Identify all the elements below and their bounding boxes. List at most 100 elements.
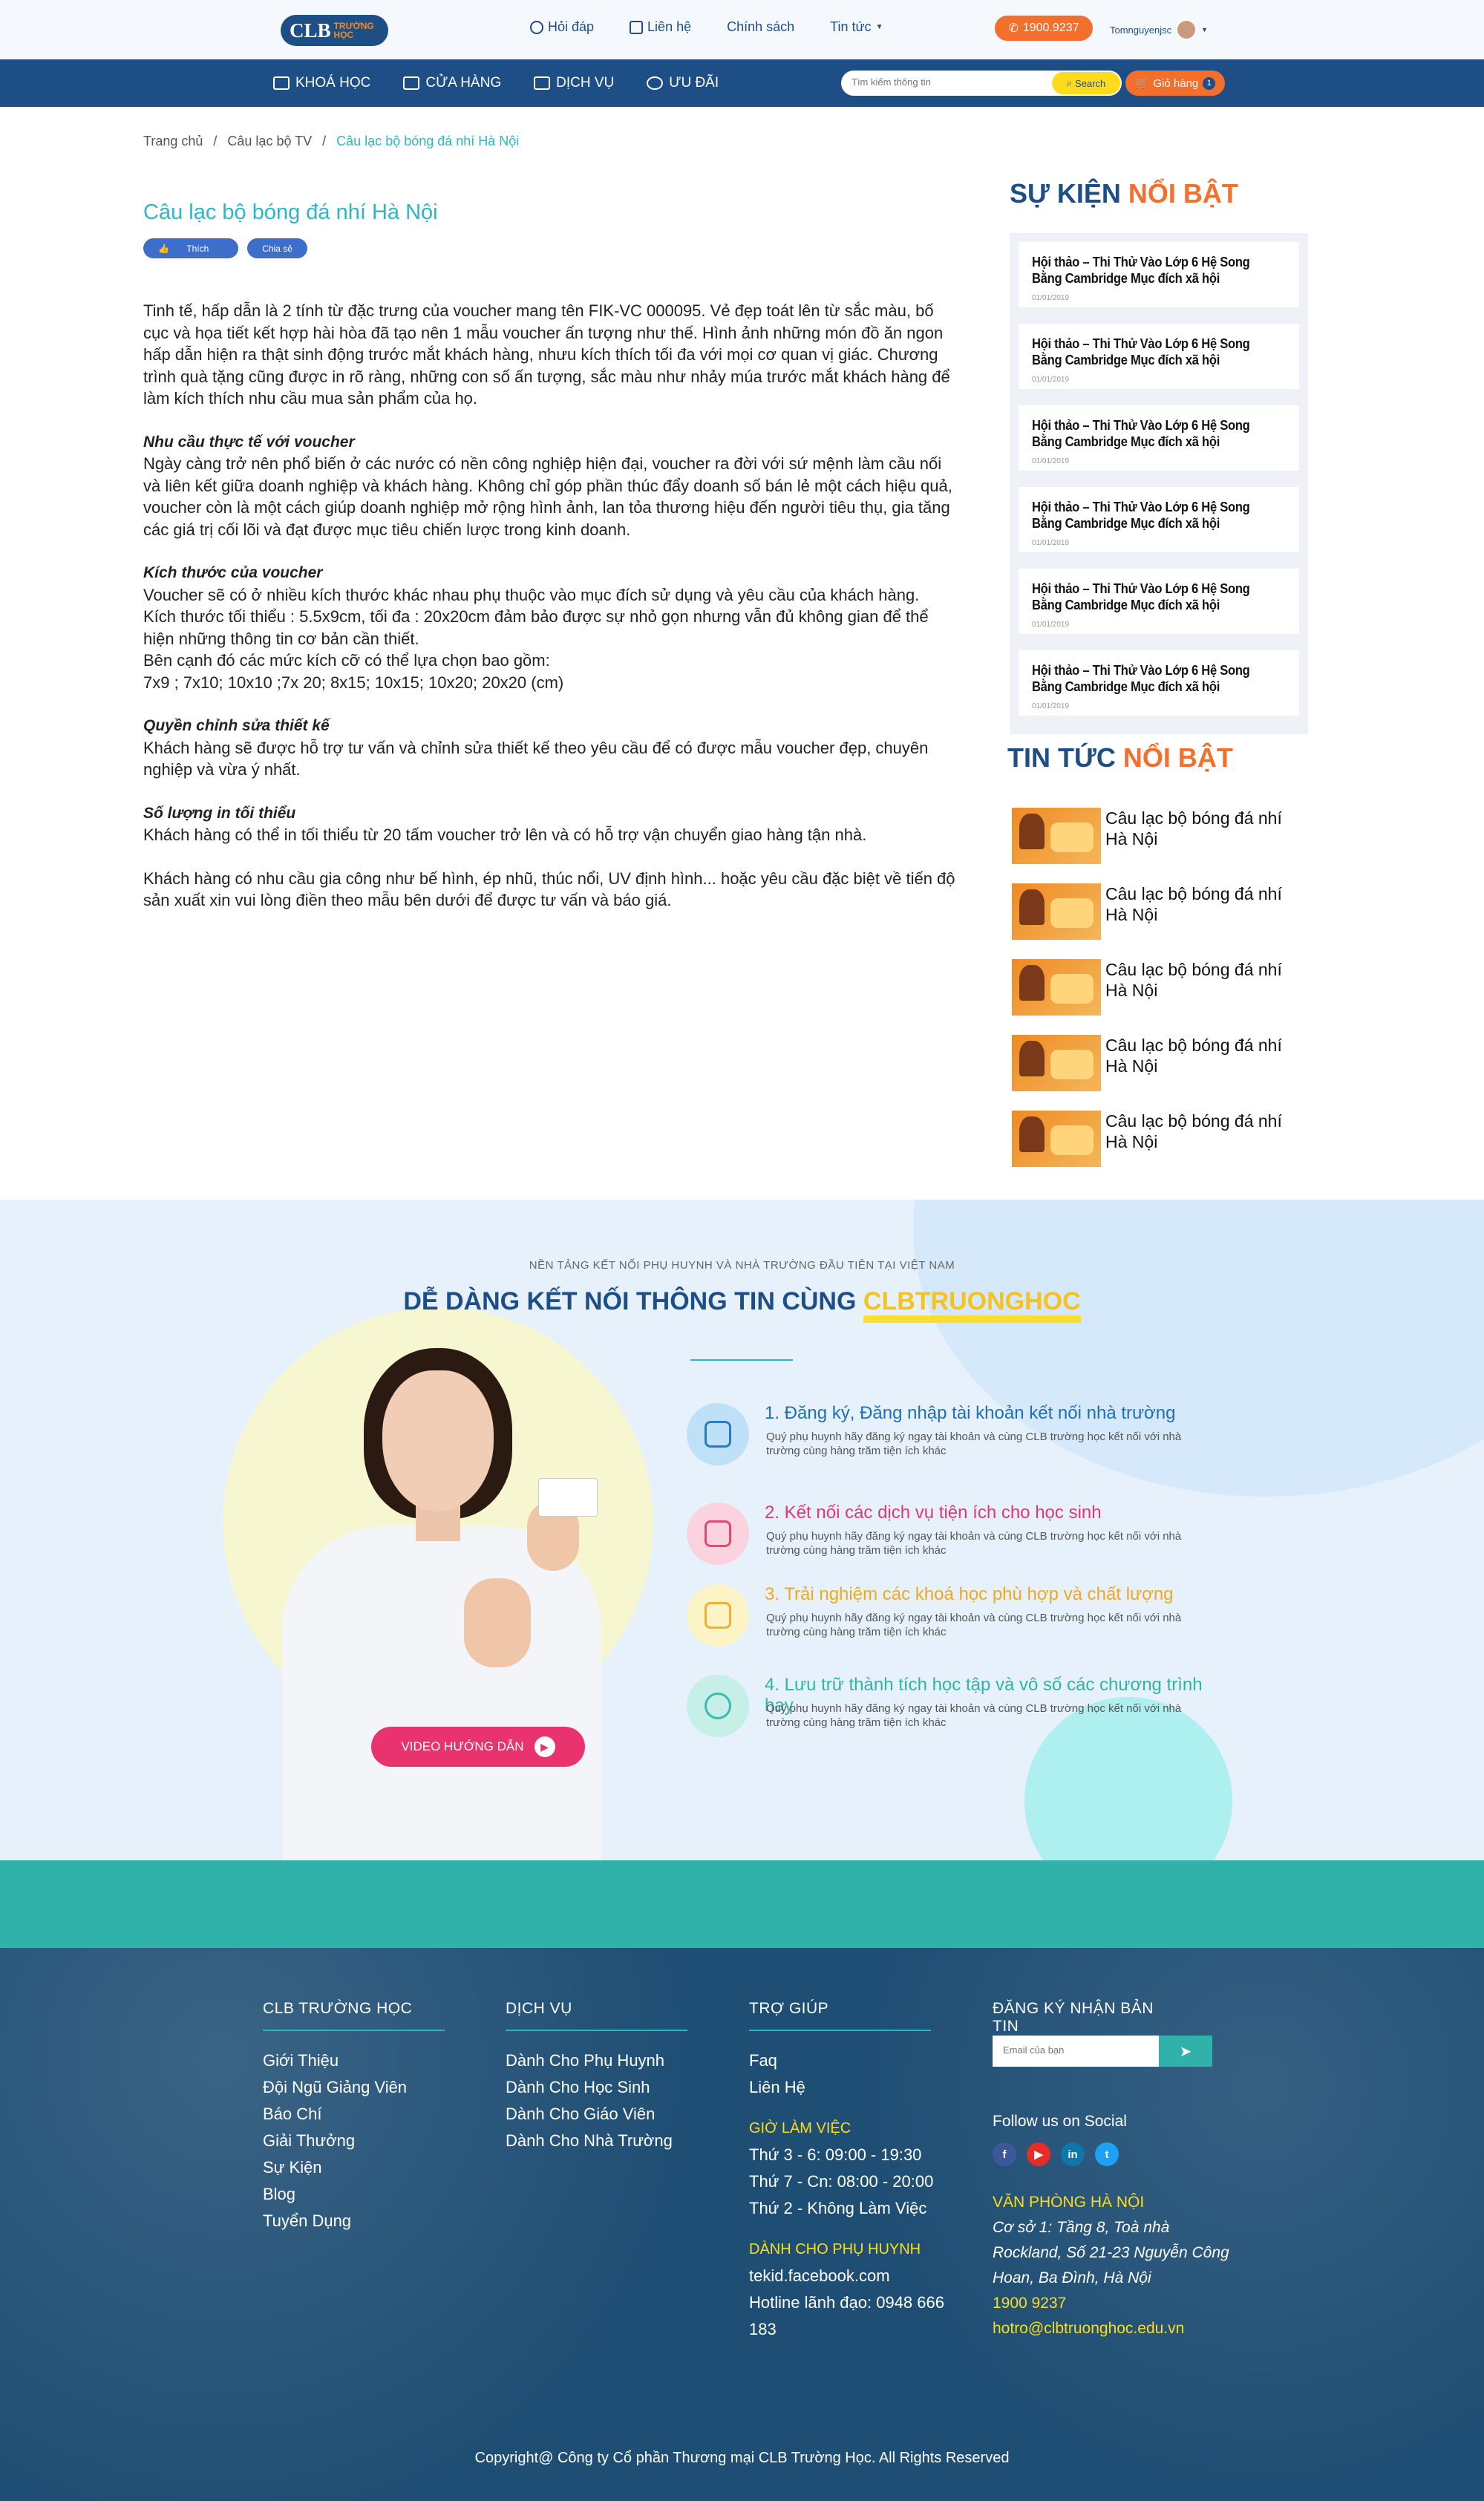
share-button[interactable]: Chia sẻ xyxy=(247,238,307,258)
article-heading: Nhu cầu thực tế với voucher xyxy=(143,433,355,451)
event-item[interactable]: Hội thảo – Thi Thử Vào Lớp 6 Hệ Song Bằn… xyxy=(1019,569,1299,634)
article-paragraph: Khách hàng sẽ được hỗ trợ tư vấn và chỉn… xyxy=(143,738,929,779)
news-heading: TIN TỨC NỔI BẬT xyxy=(1007,742,1233,773)
like-button[interactable]: 👍 Thích xyxy=(143,238,239,258)
facebook-icon[interactable]: f xyxy=(993,2142,1016,2166)
footer-link[interactable]: Sự Kiện xyxy=(263,2154,445,2181)
search-button[interactable]: ⌕ Search xyxy=(1052,72,1120,94)
news-thumbnail[interactable] xyxy=(1012,1111,1101,1167)
newsletter-form: ➤ xyxy=(993,2036,1212,2067)
hours-heading: GIỜ LÀM VIỆC xyxy=(749,2120,851,2137)
footer-col-about: CLB TRƯỜNG HỌC Giới Thiệu Đội Ngũ Giảng … xyxy=(263,2000,445,2234)
event-item[interactable]: Hội thảo – Thi Thử Vào Lớp 6 Hệ Song Bằn… xyxy=(1019,650,1299,716)
nav-news[interactable]: Tin tức ▼ xyxy=(830,19,883,35)
breadcrumb: Trang chủ / Câu lạc bộ TV / Câu lạc bộ bón… xyxy=(143,134,520,149)
article-body: Tinh tế, hấp dẫn là 2 tính từ đặc trưng … xyxy=(143,300,957,933)
nav-store[interactable]: CỬA HÀNG xyxy=(403,75,501,91)
user-menu[interactable]: Tomnguyenjsc ▼ xyxy=(1110,19,1208,40)
footer-link[interactable]: Đội Ngũ Giảng Viên xyxy=(263,2074,445,2101)
top-nav: Hỏi đáp Liên hệ Chính sách Tin tức ▼ xyxy=(530,19,918,35)
office-address: Cơ sở 1: Tầng 8, Toà nhà Rockland, Số 21… xyxy=(993,2219,1229,2286)
nav-policy[interactable]: Chính sách xyxy=(727,19,794,35)
nav-services[interactable]: DỊCH VỤ xyxy=(534,75,614,91)
chevron-down-icon: ▼ xyxy=(875,23,883,31)
nav-offers[interactable]: ƯU ĐÃI xyxy=(647,75,719,91)
news-thumbnail[interactable] xyxy=(1012,808,1101,864)
badge-icon xyxy=(647,76,664,90)
news-item[interactable]: Câu lạc bộ bóng đá nhí Hà Nội xyxy=(1012,1111,1309,1170)
article-paragraph: Kích thước tối thiểu : 5.5x9cm, tối đa :… xyxy=(143,607,929,648)
play-icon: ▶ xyxy=(534,1736,555,1757)
search-icon: ⌕ xyxy=(1066,77,1073,88)
article-paragraph: Tinh tế, hấp dẫn là 2 tính từ đặc trưng … xyxy=(143,301,950,408)
footer-link[interactable]: Dành Cho Giáo Viên xyxy=(506,2101,687,2128)
hotline-button[interactable]: ✆ 1900.9237 xyxy=(995,16,1093,41)
footer-link[interactable]: Dành Cho Học Sinh xyxy=(506,2074,687,2101)
footer-link[interactable]: Giải Thưởng xyxy=(263,2128,445,2154)
parents-heading: DÀNH CHO PHỤ HUYNH xyxy=(749,2241,921,2258)
event-item[interactable]: Hội thảo – Thi Thử Vào Lớp 6 Hệ Song Bằn… xyxy=(1019,487,1299,552)
cart-icon: 🛒 xyxy=(1134,77,1149,90)
medal-icon xyxy=(687,1675,749,1737)
breadcrumb-home[interactable]: Trang chủ xyxy=(143,134,203,149)
article-paragraph: 7x9 ; 7x10; 10x10 ;7x 20; 8x15; 10x15; 1… xyxy=(143,673,564,692)
footer-link[interactable]: Báo Chí xyxy=(263,2101,445,2128)
news-item[interactable]: Câu lạc bộ bóng đá nhí Hà Nội xyxy=(1012,808,1309,867)
office-title: VĂN PHÒNG HÀ NỘI xyxy=(993,2194,1145,2211)
news-item[interactable]: Câu lạc bộ bóng đá nhí Hà Nội xyxy=(1012,1035,1309,1094)
office-info: VĂN PHÒNG HÀ NỘI Cơ sở 1: Tầng 8, Toà nh… xyxy=(993,2190,1230,2341)
hours-line: Thứ 2 - Không Làm Việc xyxy=(749,2199,927,2217)
social-heading: Follow us on Social xyxy=(993,2113,1127,2130)
graduation-cap-icon xyxy=(273,76,290,90)
facebook-link[interactable]: tekid.facebook.com xyxy=(749,2263,972,2289)
cart-icon xyxy=(403,76,420,90)
bank-icon xyxy=(687,1503,749,1565)
social-links: f ▶ in t xyxy=(993,2142,1119,2166)
office-phone[interactable]: 1900 9237 xyxy=(993,2291,1230,2316)
footer-link[interactable]: Faq xyxy=(749,2047,972,2074)
search-input[interactable] xyxy=(851,76,1037,88)
event-item[interactable]: Hội thảo – Thi Thử Vào Lớp 6 Hệ Song Bằn… xyxy=(1019,405,1299,471)
nav-courses[interactable]: KHOÁ HỌC xyxy=(273,75,370,91)
twitter-icon[interactable]: t xyxy=(1095,2142,1119,2166)
footer-link[interactable]: Dành Cho Phụ Huynh xyxy=(506,2047,687,2074)
nav-faq[interactable]: Hỏi đáp xyxy=(530,19,594,35)
breadcrumb-club[interactable]: Câu lạc bộ TV xyxy=(227,134,312,149)
news-thumbnail[interactable] xyxy=(1012,1035,1101,1091)
news-item[interactable]: Câu lạc bộ bóng đá nhí Hà Nội xyxy=(1012,959,1309,1019)
article-paragraph: Voucher sẽ có ở nhiều kích thước khác nh… xyxy=(143,585,920,604)
graduation-cap-icon xyxy=(687,1584,749,1647)
youtube-icon[interactable]: ▶ xyxy=(1027,2142,1050,2166)
footer-link[interactable]: Dành Cho Nhà Trường xyxy=(506,2128,687,2154)
send-button[interactable]: ➤ xyxy=(1159,2036,1212,2067)
site-logo[interactable]: CLB TRƯỜNG HỌC xyxy=(281,15,388,46)
footer-link[interactable]: Giới Thiệu xyxy=(263,2047,445,2074)
nav-contact[interactable]: Liên hệ xyxy=(630,19,691,35)
event-item[interactable]: Hội thảo – Thi Thử Vào Lớp 6 Hệ Song Bằn… xyxy=(1019,324,1299,389)
breadcrumb-current: Câu lạc bộ bóng đá nhí Hà Nội xyxy=(336,134,520,148)
article-paragraph: Khách hàng có thể in tối thiểu từ 20 tấm… xyxy=(143,826,867,844)
cart-button[interactable]: 🛒 Giỏ hàng 1 xyxy=(1125,71,1225,96)
teal-band xyxy=(0,1860,1484,1948)
news-item[interactable]: Câu lạc bộ bóng đá nhí Hà Nội xyxy=(1012,883,1309,943)
event-item[interactable]: Hội thảo – Thi Thử Vào Lớp 6 Hệ Song Bằn… xyxy=(1019,242,1299,307)
footer-link[interactable]: Liên Hệ xyxy=(749,2074,972,2101)
send-icon: ➤ xyxy=(1179,2043,1192,2060)
main-nav: KHOÁ HỌC CỬA HÀNG DỊCH VỤ ƯU ĐÃI ⌕Search… xyxy=(0,59,1484,107)
footer-link[interactable]: Blog xyxy=(263,2181,445,2208)
connect-title: DỄ DÀNG KẾT NỐI THÔNG TIN CÙNG CLBTRUONG… xyxy=(0,1287,1484,1323)
services-icon xyxy=(534,76,551,90)
office-email[interactable]: hotro@clbtruonghoc.edu.vn xyxy=(993,2316,1230,2341)
feature-item: 4. Lưu trữ thành tích học tập và vô số c… xyxy=(687,1675,1221,1749)
page-title: Câu lạc bộ bóng đá nhí Hà Nội xyxy=(143,200,438,224)
linkedin-icon[interactable]: in xyxy=(1061,2142,1085,2166)
email-field[interactable] xyxy=(1003,2044,1151,2056)
events-list: Hội thảo – Thi Thử Vào Lớp 6 Hệ Song Bằn… xyxy=(1010,233,1308,734)
news-thumbnail[interactable] xyxy=(1012,883,1101,940)
chevron-down-icon: ▼ xyxy=(1201,26,1209,33)
footer-link[interactable]: Tuyển Dụng xyxy=(263,2208,445,2234)
events-heading: SỰ KIỆN NỔI BẬT xyxy=(1010,178,1238,209)
promo-woman-image xyxy=(282,1348,624,1860)
video-guide-button[interactable]: VIDEO HƯỚNG DẪN ▶ xyxy=(371,1727,585,1767)
news-thumbnail[interactable] xyxy=(1012,959,1101,1016)
